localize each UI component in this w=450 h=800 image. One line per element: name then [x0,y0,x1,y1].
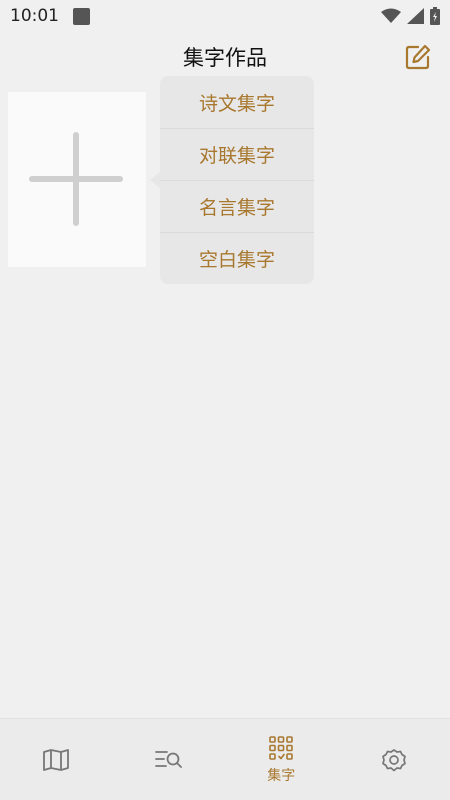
status-bar: 10:01 [0,0,450,32]
grid-icon [269,735,294,760]
edit-button[interactable] [404,43,432,71]
menu-item-blank[interactable]: 空白集字 [160,232,314,284]
signal-icon [407,8,424,24]
menu-item-poem[interactable]: 诗文集字 [160,76,314,128]
header: 集字作品 [0,32,450,82]
map-icon [43,748,70,771]
wifi-icon [381,8,401,23]
notification-square-icon [73,7,90,25]
settings-icon [381,748,406,771]
nav-label-jizi: 集字 [267,767,296,784]
popup-menu: 诗文集字 对联集字 名言集字 空白集字 [160,76,314,284]
nav-item-settings[interactable] [338,719,450,800]
add-work-tile[interactable] [8,92,146,267]
menu-item-couplet[interactable]: 对联集字 [160,128,314,180]
bottom-nav: 集字 [0,718,450,800]
menu-item-quote[interactable]: 名言集字 [160,180,314,232]
nav-item-jizi[interactable]: 集字 [225,719,338,800]
edit-icon [405,44,431,70]
page-title: 集字作品 [183,46,267,70]
battery-icon [430,7,440,25]
status-icons [381,7,440,25]
status-time: 10:01 [10,6,59,26]
screen: 10:01 集字作品 诗文集字 对联集字 名言集字 空白集字 集字 [0,0,450,800]
plus-vertical-bar [73,132,79,226]
search-list-icon [154,750,182,768]
popup-arrow [150,172,160,188]
nav-item-search[interactable] [113,719,226,800]
nav-item-map[interactable] [0,719,113,800]
